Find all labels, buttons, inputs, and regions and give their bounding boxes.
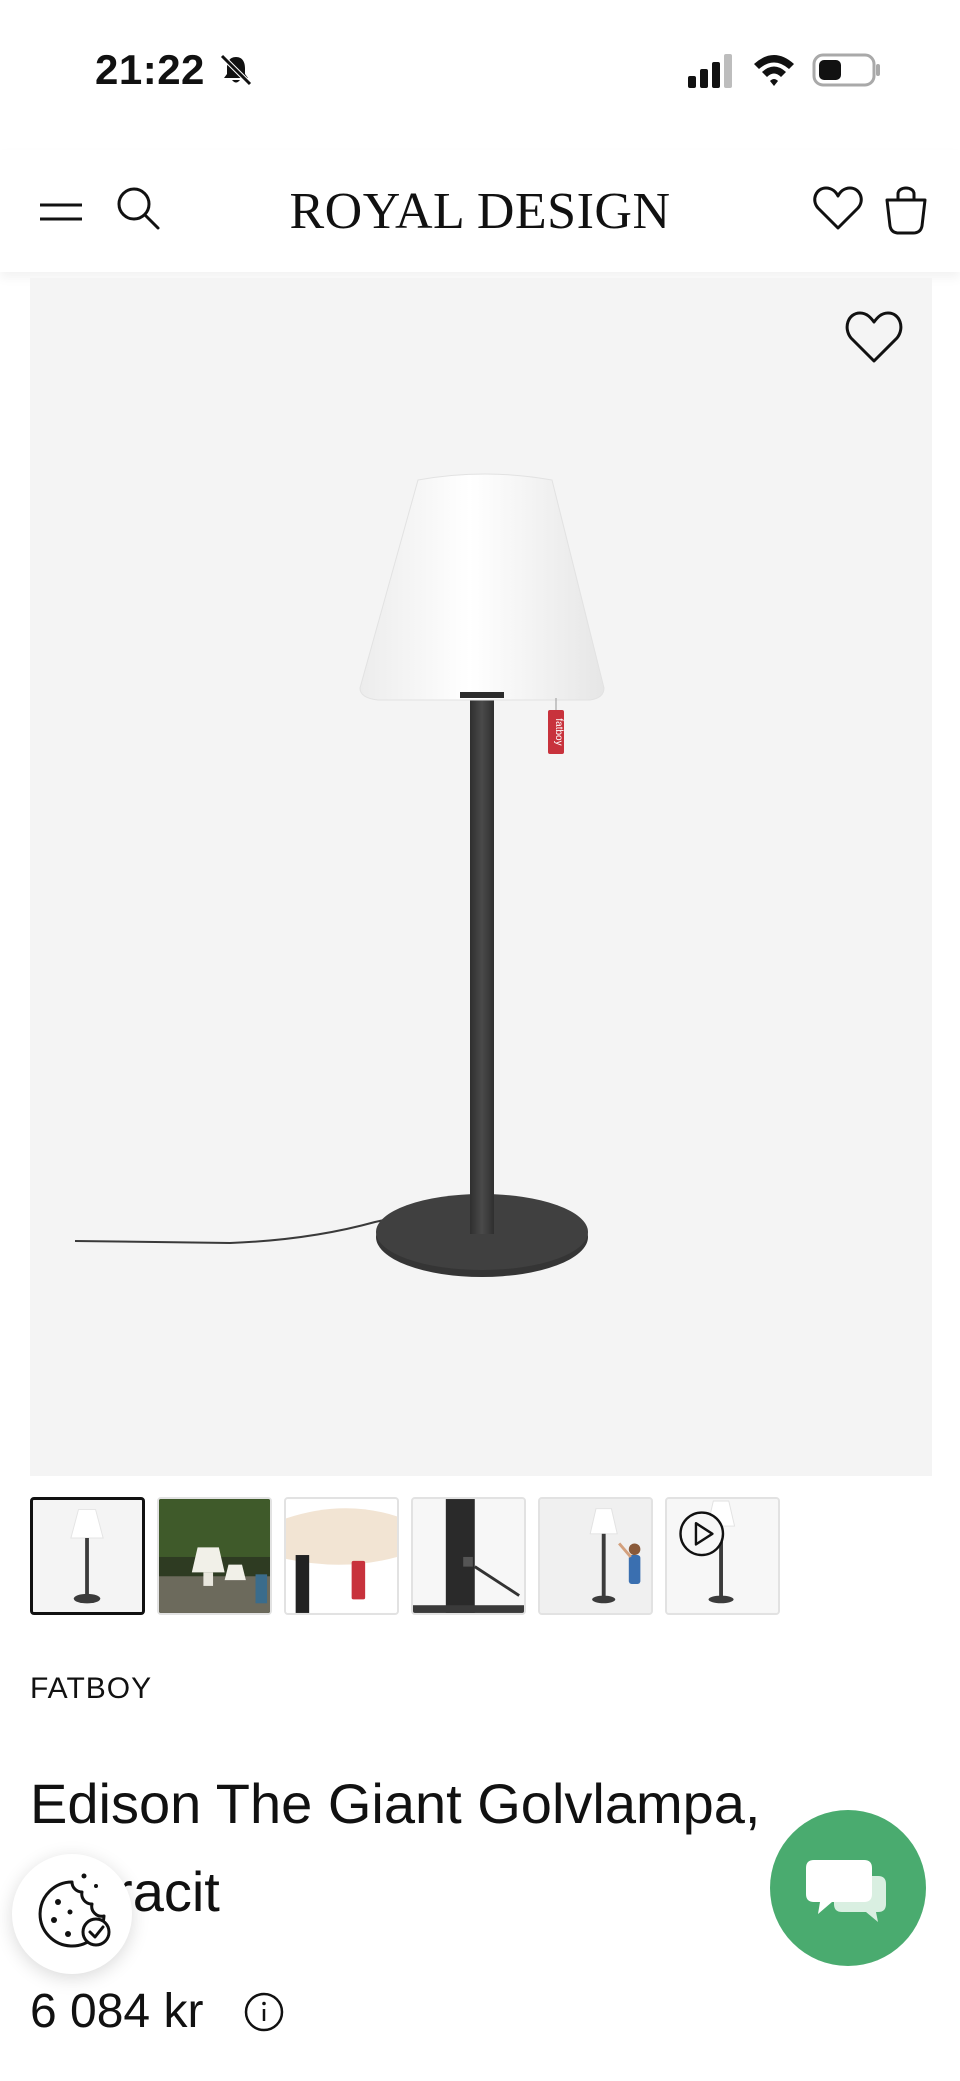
thumbnail-lamp-video[interactable]	[665, 1497, 780, 1615]
cookie-icon	[38, 1873, 111, 1948]
heart-icon[interactable]	[812, 184, 864, 232]
chat-bubbles-icon	[806, 1860, 886, 1922]
signal-icon	[688, 54, 732, 88]
image-heart-icon[interactable]	[843, 308, 905, 366]
site-header: ROYAL DESIGN	[0, 150, 960, 272]
thumbnail-strip	[30, 1497, 780, 1615]
product-brand[interactable]: FATBOY	[30, 1672, 152, 1706]
bell-slash-icon	[220, 54, 252, 86]
chat-button[interactable]	[770, 1810, 926, 1966]
thumbnail-lamp-front[interactable]	[30, 1497, 145, 1615]
product-main-image[interactable]: fatboy	[30, 278, 932, 1476]
price-row: 6 084 kr	[30, 1984, 285, 2039]
cookie-settings-button[interactable]	[12, 1854, 132, 1974]
bag-icon[interactable]	[882, 180, 930, 236]
product-price: 6 084 kr	[30, 1985, 204, 2038]
thumbnail-lamp-pole-detail[interactable]	[411, 1497, 526, 1615]
status-time: 21:22	[95, 46, 205, 93]
thumbnail-garden-lamps[interactable]	[157, 1497, 272, 1615]
thumbnail-lamp-top-detail[interactable]	[284, 1497, 399, 1615]
info-icon[interactable]	[243, 1991, 285, 2033]
status-bar: 21:22	[0, 0, 960, 140]
wifi-icon	[754, 55, 794, 86]
lamp-tag-text: fatboy	[553, 718, 564, 745]
thumbnail-lamp-with-child[interactable]	[538, 1497, 653, 1615]
play-icon	[679, 1511, 725, 1557]
battery-icon	[812, 53, 880, 87]
floor-lamp-image: fatboy	[74, 473, 605, 1277]
